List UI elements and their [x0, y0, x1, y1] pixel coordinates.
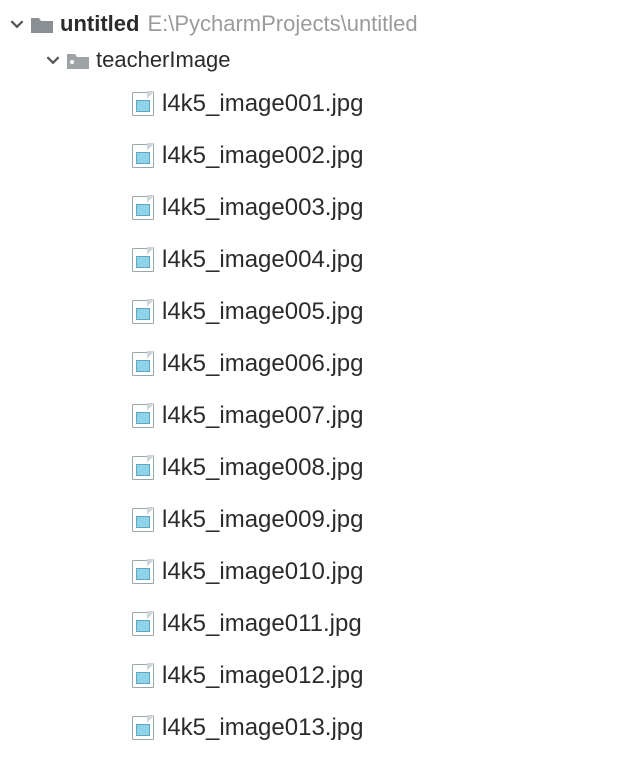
file-name: l4k5_image009.jpg: [162, 506, 363, 534]
file-name: l4k5_image001.jpg: [162, 90, 363, 118]
file-name: l4k5_image007.jpg: [162, 402, 363, 430]
file-name: l4k5_image002.jpg: [162, 142, 363, 170]
image-file-icon: [132, 456, 154, 480]
tree-file-row[interactable]: l4k5_image013.jpg: [0, 702, 644, 754]
tree-file-row[interactable]: l4k5_image007.jpg: [0, 390, 644, 442]
image-file-icon: [132, 144, 154, 168]
root-folder-name: untitled: [60, 11, 139, 37]
project-tree: untitled E:\PycharmProjects\untitled tea…: [0, 0, 644, 754]
image-file-icon: [132, 300, 154, 324]
image-file-icon: [132, 248, 154, 272]
file-name: l4k5_image008.jpg: [162, 454, 363, 482]
file-name: l4k5_image005.jpg: [162, 298, 363, 326]
tree-file-row[interactable]: l4k5_image003.jpg: [0, 182, 644, 234]
file-list: l4k5_image001.jpg l4k5_image002.jpg l4k5_i…: [0, 78, 644, 754]
folder-icon: [66, 50, 90, 70]
image-file-icon: [132, 508, 154, 532]
file-name: l4k5_image006.jpg: [162, 350, 363, 378]
image-file-icon: [132, 352, 154, 376]
tree-file-row[interactable]: l4k5_image009.jpg: [0, 494, 644, 546]
tree-file-row[interactable]: l4k5_image008.jpg: [0, 442, 644, 494]
chevron-down-icon[interactable]: [8, 15, 26, 33]
image-file-icon: [132, 404, 154, 428]
image-file-icon: [132, 612, 154, 636]
tree-folder-row[interactable]: teacherImage: [0, 42, 644, 78]
folder-icon: [30, 14, 54, 34]
tree-file-row[interactable]: l4k5_image004.jpg: [0, 234, 644, 286]
file-name: l4k5_image012.jpg: [162, 662, 363, 690]
tree-file-row[interactable]: l4k5_image012.jpg: [0, 650, 644, 702]
file-name: l4k5_image004.jpg: [162, 246, 363, 274]
image-file-icon: [132, 92, 154, 116]
file-name: l4k5_image011.jpg: [162, 610, 362, 638]
chevron-down-icon[interactable]: [44, 51, 62, 69]
image-file-icon: [132, 664, 154, 688]
file-name: l4k5_image013.jpg: [162, 714, 363, 742]
tree-root-row[interactable]: untitled E:\PycharmProjects\untitled: [0, 6, 644, 42]
tree-file-row[interactable]: l4k5_image010.jpg: [0, 546, 644, 598]
tree-file-row[interactable]: l4k5_image011.jpg: [0, 598, 644, 650]
file-name: l4k5_image003.jpg: [162, 194, 363, 222]
file-name: l4k5_image010.jpg: [162, 558, 363, 586]
tree-file-row[interactable]: l4k5_image001.jpg: [0, 78, 644, 130]
image-file-icon: [132, 196, 154, 220]
tree-file-row[interactable]: l4k5_image006.jpg: [0, 338, 644, 390]
tree-file-row[interactable]: l4k5_image005.jpg: [0, 286, 644, 338]
image-file-icon: [132, 560, 154, 584]
folder-name: teacherImage: [96, 47, 231, 73]
image-file-icon: [132, 716, 154, 740]
tree-file-row[interactable]: l4k5_image002.jpg: [0, 130, 644, 182]
root-folder-path: E:\PycharmProjects\untitled: [147, 11, 417, 37]
